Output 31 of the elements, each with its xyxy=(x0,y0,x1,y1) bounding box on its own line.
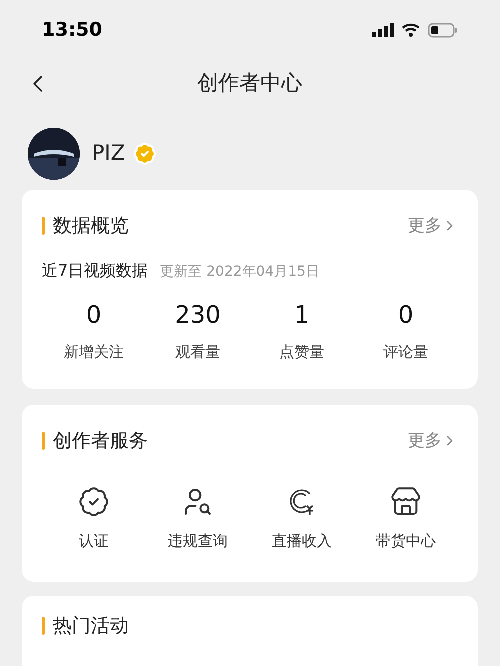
accent-bar xyxy=(42,217,45,236)
stat-value: 0 xyxy=(398,300,414,330)
username: PIZ xyxy=(92,140,126,168)
more-link[interactable]: 更多 xyxy=(408,214,458,239)
stat-value: 1 xyxy=(294,300,310,330)
service-button[interactable]: 认证 xyxy=(42,486,146,552)
stat-label: 评论量 xyxy=(384,342,428,362)
stat-value: 230 xyxy=(175,300,221,330)
store-icon xyxy=(390,486,422,518)
service-button[interactable]: 违规查询 xyxy=(146,486,250,552)
stat-label: 点赞量 xyxy=(280,342,324,362)
wifi-icon xyxy=(402,23,420,37)
section-title: 创作者服务 xyxy=(53,429,148,454)
service-button[interactable]: 直播收入 xyxy=(250,486,354,552)
accent-bar xyxy=(42,432,45,450)
more-link[interactable]: 更多 xyxy=(408,428,458,454)
section-title: 数据概览 xyxy=(53,214,129,239)
page-title: 创作者中心 xyxy=(198,70,302,98)
subtitle: 近7日视频数据 xyxy=(42,260,148,282)
stat-label: 新增关注 xyxy=(64,342,124,362)
stat-value: 0 xyxy=(86,300,102,330)
accent-bar xyxy=(42,617,45,636)
service-button[interactable]: 带货中心 xyxy=(354,486,458,552)
avatar[interactable] xyxy=(28,128,80,180)
verified-badge-icon xyxy=(78,486,110,518)
signal-icon xyxy=(372,23,394,37)
battery-icon xyxy=(428,22,458,38)
update-date: 更新至 2022年04月15日 xyxy=(160,262,320,282)
section-title: 热门活动 xyxy=(53,614,129,639)
status-time: 13:50 xyxy=(42,18,102,43)
stat-label: 观看量 xyxy=(176,342,220,362)
